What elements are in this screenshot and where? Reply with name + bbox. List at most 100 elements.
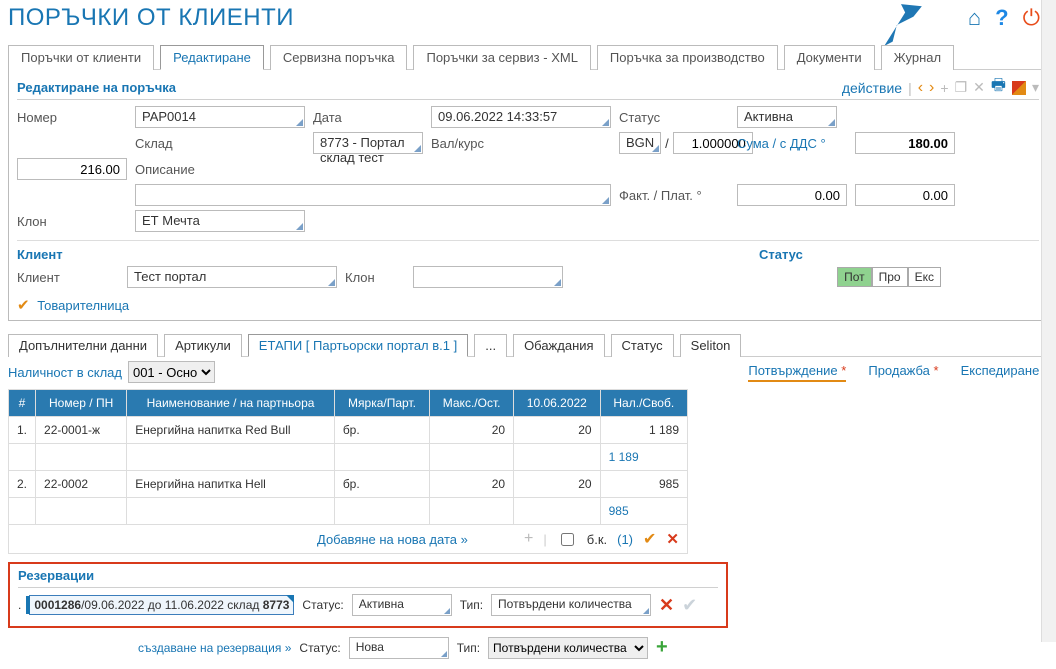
create-res-link[interactable]: създаване на резервация » (138, 641, 291, 655)
subtab-extra[interactable]: Допълнителни данни (8, 334, 158, 357)
tab-journal[interactable]: Журнал (881, 45, 954, 70)
subtab-seliton[interactable]: Seliton (680, 334, 742, 357)
home-icon[interactable]: ⌂ (968, 5, 981, 31)
res-type-input[interactable]: Потвърдени количества (491, 594, 651, 616)
input-sum-vat[interactable] (17, 158, 127, 180)
input-number[interactable]: PAP0014 (135, 106, 305, 128)
tab-service[interactable]: Сервизна поръчка (270, 45, 408, 70)
res-status-input[interactable]: Активна (352, 594, 452, 616)
dropdown-icon[interactable]: ▾ (1032, 79, 1039, 96)
cell-max: 20 (430, 417, 514, 444)
confirm-icon[interactable]: ✔ (643, 529, 656, 549)
status-tag-pro[interactable]: Про (872, 267, 908, 287)
tab-orders[interactable]: Поръчки от клиенти (8, 45, 154, 70)
res-confirm-icon[interactable]: ✔ (682, 595, 697, 616)
res-badge-num: 0001286 (34, 598, 81, 612)
th-avail[interactable]: Нал./Своб. (600, 390, 687, 417)
th-max[interactable]: Макс./Ост. (430, 390, 514, 417)
tab-service-xml[interactable]: Поръчки за сервиз - XML (413, 45, 590, 70)
stock-label[interactable]: Наличност в склад (8, 365, 122, 380)
tab-documents[interactable]: Документи (784, 45, 875, 70)
cell-num: 22-0001-ж (36, 417, 127, 444)
label-description: Описание (135, 162, 305, 177)
flag-icon[interactable] (1012, 81, 1026, 95)
label-branch: Клон (17, 214, 127, 229)
subtab-articles[interactable]: Артикули (164, 334, 242, 357)
reservation-row: . 0001286/09.06.2022 до 11.06.2022 склад… (18, 594, 718, 616)
subtab-calls[interactable]: Обаждания (513, 334, 604, 357)
link-confirm[interactable]: Потвърждение * (748, 363, 846, 382)
status-tag-pot[interactable]: Пот (837, 267, 872, 287)
input-client[interactable]: Тест портал (127, 266, 337, 288)
next-record-icon[interactable]: › (929, 79, 934, 97)
check-icon: ✔ (17, 297, 30, 314)
cell-num: 22-0002 (36, 471, 127, 498)
input-branch[interactable]: ЕТ Мечта (135, 210, 305, 232)
close-icon[interactable]: ✕ (973, 79, 985, 96)
th-idx[interactable]: # (9, 390, 36, 417)
label-sum-vat: Сума / с ДДС ° (737, 136, 847, 151)
prev-record-icon[interactable]: ‹ (918, 79, 923, 97)
stock-select[interactable]: 001 - Осно (128, 361, 215, 383)
scrollbar[interactable] (1041, 0, 1056, 642)
input-status[interactable]: Активна (737, 106, 837, 128)
reservation-badge[interactable]: 0001286/09.06.2022 до 11.06.2022 склад 8… (29, 595, 294, 615)
th-date[interactable]: 10.06.2022 (514, 390, 601, 417)
input-paid[interactable] (855, 184, 955, 206)
edit-panel-title: Редактиране на поръчка (17, 80, 176, 95)
cell-sub-avail: 1 189 (600, 444, 687, 471)
table-row[interactable]: 1. 22-0001-ж Енергийна напитка Red Bull … (9, 417, 688, 444)
tab-edit[interactable]: Редактиране (160, 45, 264, 70)
sub-tabs: Допълнителни данни Артикули ЕТАПИ [ Парт… (8, 333, 1048, 357)
bk-checkbox[interactable] (561, 533, 574, 546)
label-status: Статус (619, 110, 729, 125)
label-client: Клиент (17, 270, 119, 285)
status-tag-eks[interactable]: Екс (908, 267, 941, 287)
cancel-icon[interactable]: ✕ (666, 530, 679, 548)
create-add-icon[interactable]: + (656, 636, 668, 659)
input-description[interactable] (135, 184, 611, 206)
value-number: PAP0014 (142, 109, 196, 124)
tab-production[interactable]: Поръчка за производство (597, 45, 778, 70)
input-inv[interactable] (737, 184, 847, 206)
value-client: Тест портал (134, 269, 206, 284)
input-sum[interactable] (855, 132, 955, 154)
subtab-status[interactable]: Статус (611, 334, 674, 357)
edit-panel-actions: действие | ‹ › + ❐ ✕ 🖶 ▾ (842, 74, 1039, 101)
res-status-val: Активна (359, 597, 404, 611)
input-currency[interactable]: BGN (619, 132, 661, 154)
th-unit[interactable]: Мярка/Парт. (334, 390, 429, 417)
link-ship[interactable]: Експедиране * (961, 363, 1048, 382)
link-sale[interactable]: Продажба * (868, 363, 938, 382)
th-num[interactable]: Номер / ПН (36, 390, 127, 417)
shipment-note-link[interactable]: Товарителница (37, 298, 129, 313)
subtab-dots[interactable]: ... (474, 334, 507, 357)
add-icon[interactable]: + (940, 80, 948, 96)
print-icon[interactable]: 🖶 (991, 74, 1006, 101)
value-currency: BGN (626, 135, 654, 150)
input-warehouse[interactable]: 8773 - Портал склад тест (313, 132, 423, 154)
action-link[interactable]: действие (842, 80, 902, 96)
help-icon[interactable]: ? (995, 5, 1008, 31)
create-status-label: Статус: (299, 641, 340, 655)
subtab-stages[interactable]: ЕТАПИ [ Партьорски портал в.1 ] (248, 334, 468, 357)
bk-label: б.к. (587, 532, 607, 547)
value-branch: ЕТ Мечта (142, 213, 200, 228)
count-label: (1) (617, 532, 633, 547)
add-date-link[interactable]: Добавяне на нова дата » (317, 532, 468, 547)
create-type-select[interactable]: Потвърдени количества (488, 637, 648, 659)
res-delete-icon[interactable]: ✕ (659, 595, 674, 616)
table-row-sub[interactable]: 1 189 (9, 444, 688, 471)
power-icon[interactable]: ⏻ (1023, 5, 1040, 31)
create-status-input[interactable]: Нова (349, 637, 449, 659)
plus-icon[interactable]: + (524, 530, 533, 548)
table-row-sub[interactable]: 985 (9, 498, 688, 525)
th-name[interactable]: Наименование / на партньора (127, 390, 335, 417)
items-table: # Номер / ПН Наименование / на партньора… (8, 389, 688, 525)
input-client-branch[interactable] (413, 266, 563, 288)
table-row[interactable]: 2. 22-0002 Енергийна напитка Hell бр. 20… (9, 471, 688, 498)
copy-icon[interactable]: ❐ (955, 79, 968, 96)
main-tabs: Поръчки от клиенти Редактиране Сервизна … (8, 44, 1048, 70)
input-date[interactable]: 09.06.2022 14:33:57 (431, 106, 611, 128)
separator: | (908, 80, 912, 96)
